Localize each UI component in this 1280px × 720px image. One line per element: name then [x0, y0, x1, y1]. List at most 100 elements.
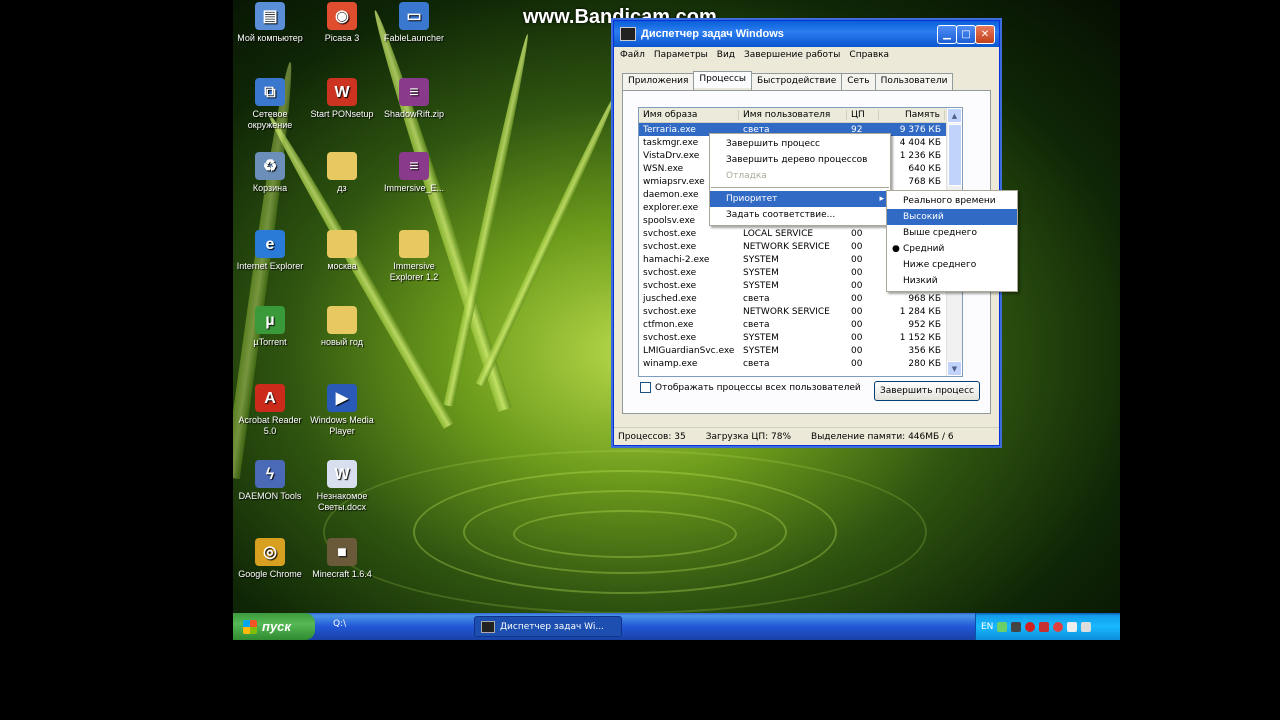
tray-bandicam-icon[interactable] — [1053, 621, 1064, 632]
cell-image-name: svchost.exe — [643, 241, 697, 252]
desktop-icon[interactable]: ♻ Корзина — [236, 152, 304, 194]
desktop-icon[interactable]: W Незнакомое Светы.docx — [308, 460, 376, 513]
desktop-icon[interactable]: дз — [308, 152, 376, 194]
desktop-icon[interactable]: ◎ Google Chrome — [236, 538, 304, 580]
column-cpu[interactable]: ЦП — [847, 110, 879, 120]
cell-memory: 1 284 КБ — [899, 306, 941, 317]
tray-antivirus-icon[interactable] — [1039, 621, 1050, 632]
menu-end-process[interactable]: Завершить процесс — [710, 136, 890, 152]
tab-users[interactable]: Пользователи — [874, 73, 954, 90]
process-row[interactable]: svchost.exe SYSTEM 00 1 152 КБ — [639, 331, 962, 344]
desktop-icon[interactable]: ▭ FableLauncher — [380, 2, 448, 44]
language-indicator[interactable]: EN — [981, 622, 993, 632]
tray-network-icon[interactable] — [997, 621, 1008, 632]
priority-high[interactable]: Высокий — [887, 209, 1017, 225]
cell-image-name: svchost.exe — [643, 306, 697, 317]
cell-image-name: winamp.exe — [643, 358, 698, 369]
cell-user-name: LOCAL SERVICE — [743, 228, 814, 239]
column-user-name[interactable]: Имя пользователя — [739, 110, 847, 120]
desktop-icon-label: Internet Explorer — [236, 261, 304, 271]
cell-cpu: 00 — [851, 228, 863, 239]
priority-realtime[interactable]: Реального времени — [887, 193, 1017, 209]
menu-view[interactable]: Вид — [717, 50, 735, 60]
quick-launch[interactable]: Q:\ — [333, 619, 346, 629]
tray-volume-icon[interactable] — [1081, 621, 1092, 632]
desktop-icon[interactable]: ▶ Windows Media Player — [308, 384, 376, 437]
desktop-icon[interactable]: A Acrobat Reader 5.0 — [236, 384, 304, 437]
window-title: Диспетчер задач Windows — [641, 28, 784, 40]
menu-help[interactable]: Справка — [849, 50, 889, 60]
acrobat-icon: A — [255, 384, 285, 412]
desktop-icon[interactable]: ▤ Мой компьютер — [236, 2, 304, 44]
desktop-icon[interactable]: новый год — [308, 306, 376, 348]
start-button[interactable]: пуск — [233, 613, 315, 640]
end-process-button[interactable]: Завершить процесс — [874, 381, 980, 401]
scroll-down-icon[interactable]: ▼ — [947, 361, 962, 376]
process-row[interactable]: LMIGuardianSvc.exe SYSTEM 00 356 КБ — [639, 344, 962, 357]
cell-memory: 1 152 КБ — [899, 332, 941, 343]
desktop-icon-label: FableLauncher — [383, 33, 445, 43]
winrar-icon: ≡ — [399, 152, 429, 180]
tab-performance[interactable]: Быстродействие — [751, 73, 843, 90]
scroll-thumb[interactable] — [948, 124, 962, 186]
menu-options[interactable]: Параметры — [654, 50, 708, 60]
column-image-name[interactable]: Имя образа — [639, 110, 739, 120]
minecraft-icon: ■ — [327, 538, 357, 566]
desktop-icon[interactable]: ≡ ShadowRift.zip — [380, 78, 448, 120]
desktop-icon-label: москва — [327, 261, 357, 271]
scroll-up-icon[interactable]: ▲ — [947, 108, 962, 123]
maximize-button[interactable]: □ — [956, 25, 976, 44]
checkbox-box[interactable] — [640, 382, 651, 393]
cell-image-name: LMIGuardianSvc.exe — [643, 345, 735, 356]
desktop-icon[interactable]: ≡ Immersive_E... — [380, 152, 448, 194]
desktop-icon-label: ShadowRift.zip — [383, 109, 445, 119]
menu-shutdown[interactable]: Завершение работы — [744, 50, 840, 60]
taskbar-item-task-manager[interactable]: Диспетчер задач Wi... — [474, 616, 622, 637]
desktop-icon[interactable]: ◉ Picasa 3 — [308, 2, 376, 44]
cell-memory: 356 КБ — [908, 345, 941, 356]
priority-low[interactable]: Низкий — [887, 273, 1017, 289]
tab-applications[interactable]: Приложения — [622, 73, 695, 90]
process-row[interactable]: winamp.exe света 00 280 КБ — [639, 357, 962, 370]
priority-above-normal[interactable]: Выше среднего — [887, 225, 1017, 241]
desktop-icon[interactable]: москва — [308, 230, 376, 272]
close-button[interactable]: ✕ — [975, 25, 995, 44]
status-cpu: Загрузка ЦП: 78% — [705, 431, 792, 442]
minimize-button[interactable]: ▁ — [937, 25, 957, 44]
desktop-icon-label: дз — [337, 183, 347, 193]
desktop-icon[interactable]: µ µTorrent — [236, 306, 304, 348]
column-memory[interactable]: Память — [879, 110, 945, 120]
tray-pen-icon[interactable] — [1067, 621, 1078, 632]
cell-image-name: svchost.exe — [643, 332, 697, 343]
desktop-icon[interactable]: W Start PONsetup — [308, 78, 376, 120]
submenu-arrow-icon: ▸ — [879, 194, 884, 204]
desktop-icon[interactable]: Immersive Explorer 1.2 — [380, 230, 448, 283]
show-all-users-checkbox[interactable]: Отображать процессы всех пользователей — [640, 382, 861, 393]
tray-app-icon[interactable] — [1011, 621, 1022, 632]
tab-processes[interactable]: Процессы — [693, 71, 753, 88]
menu-priority[interactable]: Приоритет ▸ — [710, 191, 890, 207]
menu-file[interactable]: Файл — [620, 50, 645, 60]
priority-below-normal[interactable]: Ниже среднего — [887, 257, 1017, 273]
desktop-icon[interactable]: ■ Minecraft 1.6.4 — [308, 538, 376, 580]
cell-image-name: svchost.exe — [643, 267, 697, 278]
cell-image-name: svchost.exe — [643, 228, 697, 239]
desktop-icon-label: Picasa 3 — [324, 33, 360, 43]
menu-end-process-tree[interactable]: Завершить дерево процессов — [710, 152, 890, 168]
chrome-icon: ◎ — [255, 538, 285, 566]
process-row[interactable]: svchost.exe NETWORK SERVICE 00 1 284 КБ — [639, 305, 962, 318]
desktop-icon[interactable]: e Internet Explorer — [236, 230, 304, 272]
tab-network[interactable]: Сеть — [841, 73, 876, 90]
media-player-icon: ▶ — [327, 384, 357, 412]
cell-user-name: SYSTEM — [743, 267, 779, 278]
tray-record-icon[interactable] — [1025, 621, 1036, 632]
desktop-icon[interactable]: ⧉ Сетевое окружение — [236, 78, 304, 131]
status-bar: Процессов: 35 Загрузка ЦП: 78% Выделение… — [614, 427, 999, 445]
desktop-icon[interactable]: ϟ DAEMON Tools — [236, 460, 304, 502]
tab-strip: Приложения Процессы Быстродействие Сеть … — [622, 71, 954, 90]
menu-set-affinity[interactable]: Задать соответствие... — [710, 207, 890, 223]
process-row[interactable]: ctfmon.exe света 00 952 КБ — [639, 318, 962, 331]
priority-normal[interactable]: ● Средний — [887, 241, 1017, 257]
cell-image-name: svchost.exe — [643, 280, 697, 291]
process-row[interactable]: jusched.exe света 00 968 КБ — [639, 292, 962, 305]
